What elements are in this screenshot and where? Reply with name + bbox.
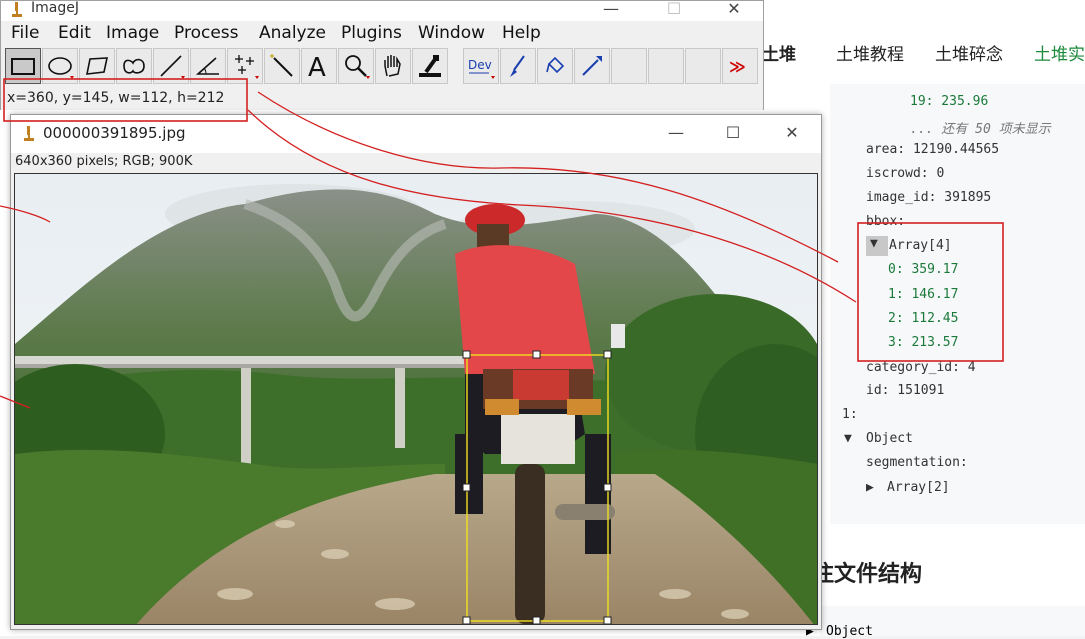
nav-link-practice[interactable]: 土堆实 [1034, 40, 1085, 65]
magnifier-icon [345, 55, 370, 79]
menu-analyze[interactable]: Analyze [259, 23, 326, 43]
expand-toggle-icon[interactable]: ▼ [844, 431, 852, 446]
minimize-button[interactable]: — [656, 123, 696, 142]
close-button[interactable]: ✕ [714, 0, 754, 18]
json-line[interactable]: Array[4] [889, 238, 952, 253]
close-button[interactable]: ✕ [772, 123, 812, 142]
nav-link-tutorial[interactable]: 土堆教程 [836, 40, 904, 65]
flood-fill-tool-button[interactable] [537, 48, 573, 84]
menu-process[interactable]: Process [174, 23, 239, 43]
json-line: id: 151091 [866, 383, 945, 398]
svg-text:≫: ≫ [729, 57, 746, 76]
svg-text:Dev: Dev [468, 58, 492, 72]
rectangle-tool-button[interactable] [5, 48, 41, 84]
selection-status: x=360, y=145, w=112, h=212 [7, 90, 225, 106]
json-viewer: 19: 235.96 ... 还有 50 项未显示 area: 12190.44… [830, 84, 1085, 524]
point-tool-button[interactable] [227, 48, 263, 84]
wand-icon [270, 54, 293, 77]
svg-text:A: A [308, 53, 326, 80]
menu-plugins[interactable]: Plugins [341, 23, 402, 43]
imagej-window: ImageJ — ☐ ✕ File Edit Image Process Ana… [0, 0, 764, 110]
menu-file[interactable]: File [11, 23, 39, 43]
angle-tool-button[interactable] [190, 48, 226, 84]
menu-help[interactable]: Help [502, 23, 541, 43]
json-line: bbox: [866, 214, 906, 229]
json-line: 1: [842, 407, 858, 422]
arrow-icon [582, 56, 602, 76]
json-line: 3: 213.57 [888, 335, 959, 350]
menu-bar: File Edit Image Process Analyze Plugins … [1, 23, 763, 47]
polygon-icon [85, 57, 109, 75]
image-info: 640x360 pixels; RGB; 900K [15, 154, 193, 169]
polygon-tool-button[interactable] [79, 48, 115, 84]
freehand-tool-button[interactable] [116, 48, 152, 84]
hand-icon [384, 55, 401, 77]
json-line: ... 还有 50 项未显示 [910, 122, 1051, 137]
photo-motorcycle-scene [15, 174, 817, 624]
microscope-icon [12, 2, 22, 17]
eyedropper-icon [419, 55, 441, 77]
empty-tool-slot [685, 48, 721, 84]
hand-tool-button[interactable] [375, 48, 411, 84]
site-nav: 土堆 土堆教程 土堆碎念 土堆实 [760, 24, 1085, 80]
json-line: 1: 146.17 [888, 287, 959, 302]
maximize-button[interactable]: ☐ [713, 123, 753, 142]
text-icon: A [308, 53, 326, 80]
json-line: 0: 359.17 [888, 262, 959, 277]
window-title: ImageJ [31, 0, 79, 16]
code-block: ▶ Object [806, 606, 1085, 639]
color-picker-tool-button[interactable] [412, 48, 448, 84]
flood-fill-icon [546, 56, 565, 74]
title-bar[interactable]: ImageJ — ☐ ✕ [1, 0, 763, 21]
json-line: 19: 235.96 [910, 94, 989, 109]
dev-icon: Dev [468, 58, 495, 79]
json-line[interactable]: Array[2] [887, 480, 950, 495]
json-line: 2: 112.45 [888, 311, 959, 326]
line-tool-button[interactable] [153, 48, 189, 84]
json-line: iscrowd: 0 [866, 166, 945, 181]
dev-tool-button[interactable]: Dev [463, 48, 499, 84]
pencil-tool-button[interactable] [574, 48, 610, 84]
angle-icon [195, 57, 219, 75]
image-filename: 000000391895.jpg [43, 124, 186, 142]
json-line: image_id: 391895 [866, 190, 992, 205]
brush-icon [510, 55, 525, 77]
status-bar: x=360, y=145, w=112, h=212 [1, 88, 763, 110]
point-icon [235, 55, 259, 79]
image-canvas[interactable] [14, 173, 818, 625]
json-line: segmentation: [866, 455, 968, 470]
json-line[interactable]: Object [826, 624, 873, 639]
double-chevron-right-icon: ≫ [729, 57, 746, 76]
rectangle-icon [11, 58, 35, 75]
json-line: area: 12190.44565 [866, 142, 1000, 157]
nav-link-home[interactable]: 土堆 [762, 40, 796, 65]
minimize-button[interactable]: — [591, 0, 631, 18]
oval-tool-button[interactable] [42, 48, 78, 84]
menu-edit[interactable]: Edit [58, 23, 91, 43]
line-icon [160, 55, 185, 79]
brush-tool-button[interactable] [500, 48, 536, 84]
collapse-toggle-icon[interactable]: ▶ [866, 480, 874, 495]
microscope-icon [24, 126, 34, 141]
image-window: 000000391895.jpg — ☐ ✕ 640x360 pixels; R… [10, 114, 822, 630]
section-heading: 注文件结构 [812, 562, 923, 587]
menu-window[interactable]: Window [418, 23, 485, 43]
json-line[interactable]: Object [866, 431, 913, 446]
menu-image[interactable]: Image [106, 23, 159, 43]
oval-icon [48, 57, 74, 79]
text-tool-button[interactable]: A [301, 48, 337, 84]
empty-tool-slot [611, 48, 647, 84]
wand-tool-button[interactable] [264, 48, 300, 84]
image-title-bar[interactable]: 000000391895.jpg — ☐ ✕ [11, 115, 821, 153]
more-tools-button[interactable]: ≫ [722, 48, 758, 84]
magnifier-tool-button[interactable] [338, 48, 374, 84]
maximize-button[interactable]: ☐ [654, 0, 694, 18]
nav-link-notes[interactable]: 土堆碎念 [935, 40, 1003, 65]
empty-tool-slot [648, 48, 684, 84]
freehand-icon [123, 58, 145, 74]
json-line: category_id: 4 [866, 360, 976, 375]
expand-toggle-icon[interactable]: ▼ [866, 236, 888, 256]
toolbar: A Dev ≫ [5, 48, 761, 86]
